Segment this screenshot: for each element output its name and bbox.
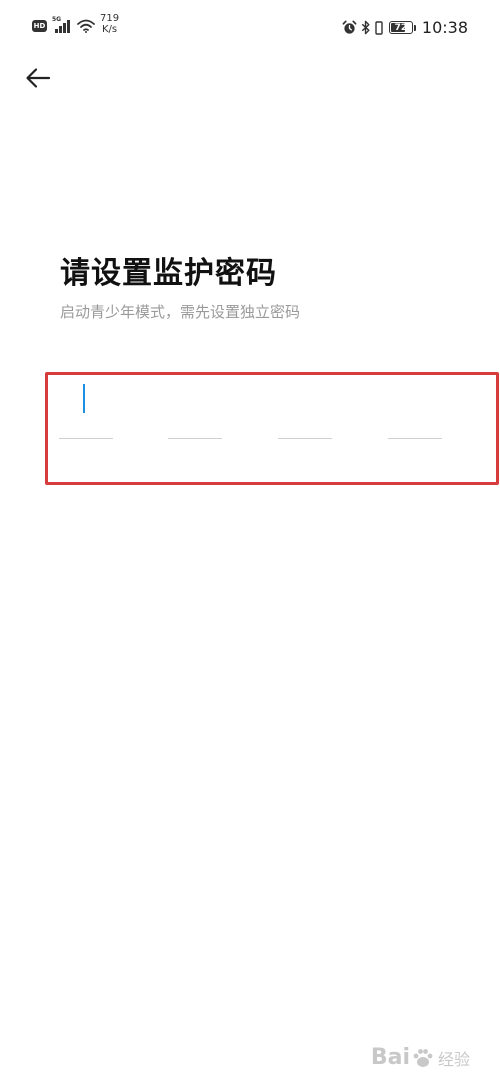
watermark-suffix: 经验 bbox=[437, 1049, 470, 1069]
pin-input-slot-1[interactable] bbox=[59, 438, 113, 439]
status-bar: HD 5G 719 K/s 72 10:38 bbox=[0, 0, 500, 56]
battery-icon: 72 bbox=[388, 21, 413, 34]
status-left-group: HD 5G 719 K/s bbox=[32, 13, 119, 35]
bluetooth-icon bbox=[361, 20, 370, 35]
pin-input-slot-2[interactable] bbox=[168, 438, 222, 439]
hd-label: HD bbox=[33, 22, 46, 30]
baidu-watermark: Bai 经验 bbox=[371, 1045, 470, 1070]
back-button[interactable] bbox=[18, 60, 58, 96]
watermark-brand: Bai bbox=[370, 1045, 410, 1070]
page-title: 请设置监护密码 bbox=[60, 256, 277, 291]
network-speed: 719 K/s bbox=[100, 13, 119, 35]
arrow-left-icon bbox=[26, 68, 51, 88]
text-cursor bbox=[83, 384, 85, 413]
battery-level: 72 bbox=[394, 22, 408, 33]
paw-icon bbox=[413, 1048, 433, 1067]
pin-input-slot-3[interactable] bbox=[278, 438, 332, 439]
hd-icon: HD bbox=[32, 20, 47, 32]
battery-tip bbox=[413, 24, 416, 31]
network-type-label: 5G bbox=[52, 16, 62, 23]
highlight-annotation-box bbox=[45, 372, 499, 485]
page-subtitle: 启动青少年模式，需先设置独立密码 bbox=[60, 303, 301, 321]
status-right-group: 72 10:38 bbox=[338, 18, 468, 37]
pin-input-slot-4[interactable] bbox=[388, 438, 442, 439]
vibrate-icon bbox=[375, 20, 383, 35]
speed-value: 719 bbox=[100, 13, 120, 24]
speed-unit: K/s bbox=[101, 24, 118, 35]
wifi-icon bbox=[77, 19, 95, 33]
alarm-icon bbox=[342, 20, 357, 34]
status-clock: 10:38 bbox=[421, 18, 468, 37]
